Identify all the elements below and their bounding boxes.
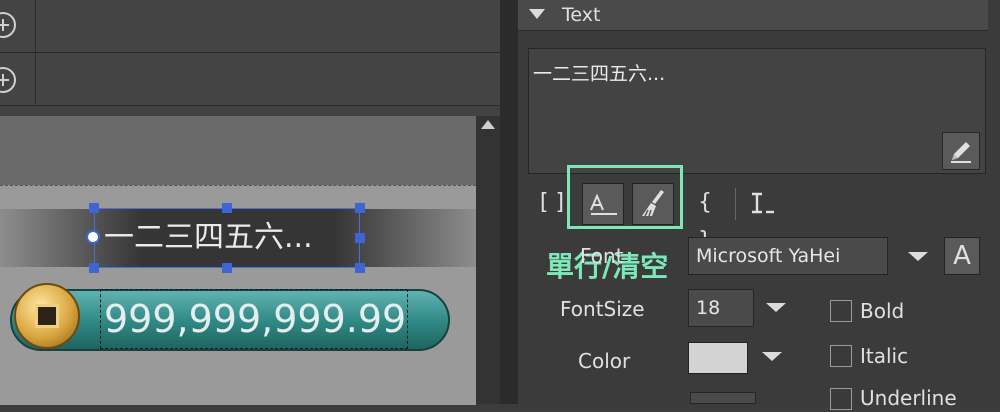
- money-text[interactable]: 999,999,999.99: [104, 289, 406, 349]
- pencil-icon: [951, 142, 971, 163]
- expand-icon[interactable]: [0, 67, 16, 93]
- vertical-scrollbar[interactable]: [476, 116, 500, 404]
- braces-button[interactable]: { }: [690, 184, 720, 253]
- dropdown-arrow-icon[interactable]: [766, 303, 786, 312]
- italic-checkbox[interactable]: [830, 345, 852, 367]
- toolbar-separator: [735, 188, 736, 220]
- selection-box[interactable]: [94, 208, 360, 268]
- outline-row[interactable]: [0, 53, 500, 106]
- coin-hole: [35, 304, 59, 328]
- highlight-box: [567, 165, 683, 229]
- resize-handle-bottom-right[interactable]: [355, 263, 365, 273]
- edit-text-button[interactable]: [942, 132, 980, 170]
- underline-checkbox[interactable]: [830, 388, 852, 410]
- scroll-up-icon[interactable]: [481, 120, 495, 129]
- outline-panel: [0, 0, 500, 116]
- fontsize-label: FontSize: [560, 297, 645, 321]
- resize-handle-bottom-left[interactable]: [89, 263, 99, 273]
- fontsize-field[interactable]: 18: [688, 289, 754, 327]
- underline-label: Underline: [860, 386, 957, 410]
- dropdown-arrow-icon[interactable]: [908, 252, 928, 261]
- row-gutter: [0, 0, 36, 52]
- pivot-handle[interactable]: [86, 230, 100, 244]
- expand-icon[interactable]: [0, 12, 16, 38]
- brackets-button[interactable]: [ ]: [538, 184, 566, 222]
- color-label: Color: [578, 349, 631, 373]
- resize-handle-top-left[interactable]: [89, 203, 99, 213]
- bold-label: Bold: [860, 299, 905, 323]
- row-gutter: [0, 53, 36, 105]
- outline-row[interactable]: [0, 0, 500, 53]
- color-swatch[interactable]: [688, 342, 748, 374]
- text-cursor-button[interactable]: [744, 184, 778, 222]
- section-title: Text: [562, 4, 601, 26]
- text-content-area[interactable]: 一二三四五六...: [528, 48, 986, 174]
- font-picker-button[interactable]: A: [944, 237, 980, 275]
- resize-handle-top-right[interactable]: [355, 203, 365, 213]
- font-label: Font: [580, 244, 624, 268]
- dropdown-arrow-icon[interactable]: [762, 352, 782, 361]
- panel-divider[interactable]: [500, 0, 518, 404]
- partial-field[interactable]: [690, 392, 756, 404]
- font-field[interactable]: Microsoft YaHei: [688, 237, 888, 275]
- resize-handle-bottom[interactable]: [222, 263, 232, 273]
- italic-label: Italic: [860, 344, 909, 368]
- resize-handle-top[interactable]: [222, 203, 232, 213]
- bold-checkbox[interactable]: [830, 300, 852, 322]
- text-cursor-icon: [752, 192, 774, 214]
- collapse-arrow-icon[interactable]: [529, 9, 545, 19]
- resize-handle-right[interactable]: [355, 233, 365, 243]
